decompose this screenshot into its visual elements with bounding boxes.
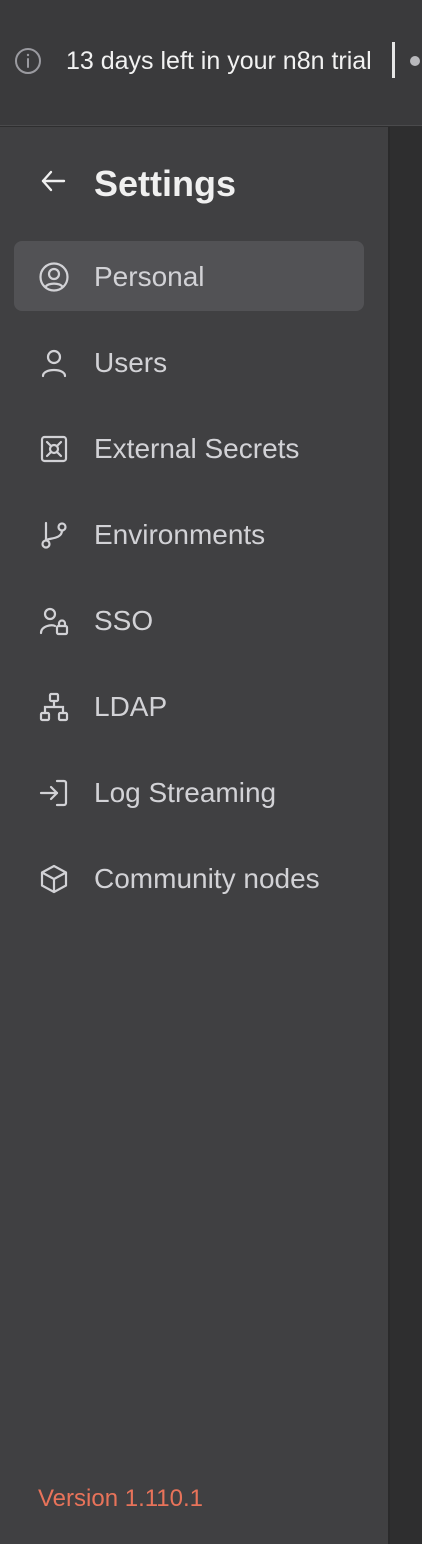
sidebar-item-community-nodes[interactable]: Community nodes [14,843,364,913]
vault-icon [38,433,70,465]
sidebar-item-log-streaming[interactable]: Log Streaming [14,757,364,827]
info-icon [14,47,42,75]
sidebar-item-users[interactable]: Users [14,327,364,397]
sidebar-item-environments[interactable]: Environments [14,499,364,569]
sidebar-item-external-secrets[interactable]: External Secrets [14,413,364,483]
status-dot [410,56,420,66]
sidebar-item-label: External Secrets [94,433,300,464]
sidebar-item-ldap[interactable]: LDAP [14,671,364,741]
sidebar-item-personal[interactable]: Personal [14,241,364,311]
user-circle-icon [38,261,70,293]
main-content-area [390,127,422,1544]
user-icon [38,347,70,379]
page-title: Settings [94,163,237,204]
trial-text: 13 days left in your n8n trial [66,47,372,75]
trial-banner: 13 days left in your n8n trial [0,0,422,126]
version-link[interactable]: Version 1.110.1 [38,1484,203,1514]
network-icon [38,691,70,723]
log-in-icon [38,777,70,809]
banner-divider [392,42,395,78]
sidebar-item-label: LDAP [94,691,168,722]
sidebar-item-label: Personal [94,261,205,292]
sidebar-item-label: Users [94,347,168,378]
git-branch-icon [38,519,70,551]
box-icon [38,863,70,895]
sidebar-item-label: Log Streaming [94,777,277,808]
user-lock-icon [38,605,70,637]
sidebar-item-sso[interactable]: SSO [14,585,364,655]
sidebar-item-label: SSO [94,605,154,636]
sidebar-item-label: Environments [94,519,266,550]
arrow-left-icon[interactable] [38,166,68,196]
sidebar-item-label: Community nodes [94,863,320,894]
